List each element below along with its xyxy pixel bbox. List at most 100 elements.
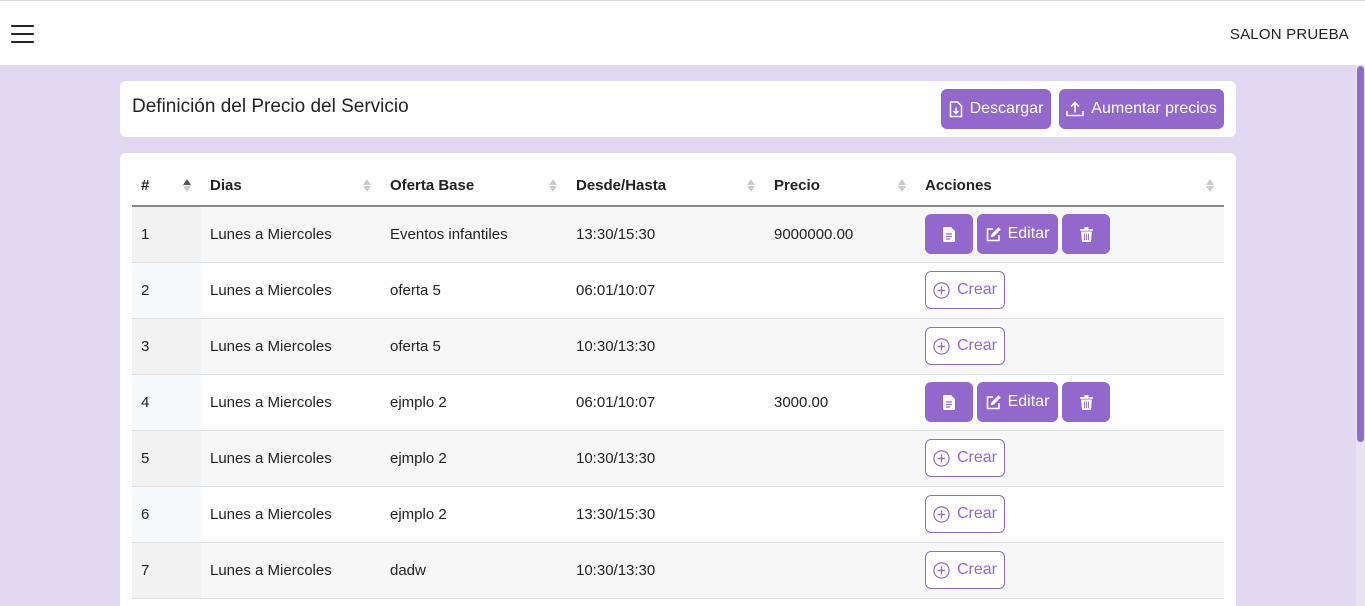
column-header-dias[interactable]: Dias bbox=[201, 165, 381, 207]
row-oferta: ejmplo 2 bbox=[381, 430, 567, 487]
row-oferta: dadw bbox=[381, 542, 567, 599]
increase-prices-label: Aumentar precios bbox=[1091, 100, 1217, 117]
row-acciones: Crear bbox=[916, 262, 1224, 319]
row-oferta: oferta 5 bbox=[381, 262, 567, 319]
row-horario: 06:01/10:07 bbox=[567, 262, 765, 319]
prices-table: # Dias Oferta Base Desde/Hasta Precio Ac… bbox=[132, 165, 1224, 599]
table-row: 7 Lunes a Miercoles dadw 10:30/13:30 Crear bbox=[132, 542, 1224, 599]
edit-button[interactable]: Editar bbox=[977, 382, 1058, 422]
menu-icon[interactable] bbox=[11, 24, 35, 44]
row-number: 6 bbox=[132, 486, 201, 543]
view-button[interactable] bbox=[925, 382, 973, 422]
create-label: Crear bbox=[956, 505, 997, 522]
create-label: Crear bbox=[956, 337, 997, 354]
plus-circle-icon bbox=[933, 337, 950, 355]
row-oferta: ejmplo 2 bbox=[381, 374, 567, 431]
row-actions: Crear bbox=[925, 551, 1224, 589]
document-icon bbox=[943, 226, 955, 242]
row-horario: 06:01/10:07 bbox=[567, 374, 765, 431]
row-actions: Crear bbox=[925, 439, 1224, 477]
row-dias: Lunes a Miercoles bbox=[201, 374, 381, 431]
column-header-horario[interactable]: Desde/Hasta bbox=[567, 165, 765, 207]
top-navbar: SALON PRUEBA bbox=[0, 0, 1365, 65]
row-dias: Lunes a Miercoles bbox=[201, 262, 381, 319]
view-button[interactable] bbox=[925, 214, 973, 255]
table-row: 1 Lunes a Miercoles Eventos infantiles 13:3… bbox=[132, 206, 1224, 263]
create-button[interactable]: Crear bbox=[925, 327, 1005, 365]
delete-button[interactable] bbox=[1062, 382, 1110, 422]
column-header-number[interactable]: # bbox=[132, 165, 201, 207]
row-acciones: Editar bbox=[916, 374, 1224, 431]
table-header-row: # Dias Oferta Base Desde/Hasta Precio Ac… bbox=[132, 165, 1224, 207]
row-precio bbox=[765, 486, 916, 543]
row-horario: 13:30/15:30 bbox=[567, 486, 765, 543]
table-body: 1 Lunes a Miercoles Eventos infantiles 13:3… bbox=[132, 206, 1224, 599]
sort-icon bbox=[1206, 179, 1214, 192]
row-dias: Lunes a Miercoles bbox=[201, 486, 381, 543]
create-button[interactable]: Crear bbox=[925, 551, 1005, 589]
row-number: 3 bbox=[132, 318, 201, 375]
create-label: Crear bbox=[956, 281, 997, 298]
table-row: 5 Lunes a Miercoles ejmplo 2 10:30/13:30 Cre… bbox=[132, 430, 1224, 487]
sort-icon bbox=[363, 179, 371, 192]
row-acciones: Editar bbox=[916, 206, 1224, 263]
page-title: Definición del Precio del Servicio bbox=[132, 96, 409, 117]
column-header-acciones[interactable]: Acciones bbox=[916, 165, 1224, 207]
column-header-oferta[interactable]: Oferta Base bbox=[381, 165, 567, 207]
download-button[interactable]: Descargar bbox=[941, 89, 1051, 129]
row-precio: 3000.00 bbox=[765, 374, 916, 431]
scrollbar[interactable] bbox=[1356, 65, 1365, 606]
row-horario: 10:30/13:30 bbox=[567, 542, 765, 599]
row-horario: 10:30/13:30 bbox=[567, 318, 765, 375]
row-acciones: Crear bbox=[916, 542, 1224, 599]
trash-icon bbox=[1079, 226, 1093, 242]
row-actions: Crear bbox=[925, 495, 1224, 533]
row-acciones: Crear bbox=[916, 318, 1224, 375]
row-acciones: Crear bbox=[916, 430, 1224, 487]
edit-icon bbox=[986, 227, 1001, 242]
row-horario: 13:30/15:30 bbox=[567, 206, 765, 263]
table-row: 2 Lunes a Miercoles oferta 5 06:01/10:07 Cre… bbox=[132, 262, 1224, 319]
create-button[interactable]: Crear bbox=[925, 439, 1005, 477]
create-label: Crear bbox=[956, 449, 997, 466]
download-label: Descargar bbox=[969, 100, 1044, 117]
table-row: 3 Lunes a Miercoles oferta 5 10:30/13:30 Cre… bbox=[132, 318, 1224, 375]
row-actions: Crear bbox=[925, 271, 1224, 309]
row-actions: Editar bbox=[925, 214, 1224, 255]
create-button[interactable]: Crear bbox=[925, 271, 1005, 309]
create-button[interactable]: Crear bbox=[925, 495, 1005, 533]
header-card: Definición del Precio del Servicio Desca… bbox=[120, 81, 1236, 137]
sort-icon bbox=[898, 179, 906, 192]
salon-name: SALON PRUEBA bbox=[1229, 26, 1349, 43]
download-file-icon bbox=[949, 100, 962, 117]
row-actions: Crear bbox=[925, 327, 1224, 365]
row-number: 4 bbox=[132, 374, 201, 431]
column-header-precio[interactable]: Precio bbox=[765, 165, 916, 207]
document-icon bbox=[943, 394, 955, 410]
row-actions: Editar bbox=[925, 382, 1224, 422]
plus-circle-icon bbox=[933, 449, 950, 467]
row-oferta: oferta 5 bbox=[381, 318, 567, 375]
row-dias: Lunes a Miercoles bbox=[201, 206, 381, 263]
row-oferta: Eventos infantiles bbox=[381, 206, 567, 263]
trash-icon bbox=[1079, 394, 1093, 410]
row-oferta: ejmplo 2 bbox=[381, 486, 567, 543]
create-label: Crear bbox=[956, 561, 997, 578]
plus-circle-icon bbox=[933, 505, 950, 523]
edit-button[interactable]: Editar bbox=[977, 214, 1058, 255]
delete-button[interactable] bbox=[1062, 214, 1110, 255]
row-dias: Lunes a Miercoles bbox=[201, 318, 381, 375]
table-card: # Dias Oferta Base Desde/Hasta Precio Ac… bbox=[120, 153, 1236, 606]
row-precio bbox=[765, 262, 916, 319]
table-row: 4 Lunes a Miercoles ejmplo 2 06:01/10:07 300… bbox=[132, 374, 1224, 431]
increase-prices-button[interactable]: Aumentar precios bbox=[1059, 89, 1224, 129]
edit-label: Editar bbox=[1007, 225, 1050, 243]
plus-circle-icon bbox=[933, 281, 950, 299]
row-number: 2 bbox=[132, 262, 201, 319]
row-precio bbox=[765, 430, 916, 487]
scrollbar-thumb[interactable] bbox=[1357, 66, 1364, 442]
sort-icon bbox=[747, 179, 755, 192]
edit-icon bbox=[986, 395, 1001, 410]
table-row: 6 Lunes a Miercoles ejmplo 2 13:30/15:30 Cre… bbox=[132, 486, 1224, 543]
row-horario: 10:30/13:30 bbox=[567, 430, 765, 487]
